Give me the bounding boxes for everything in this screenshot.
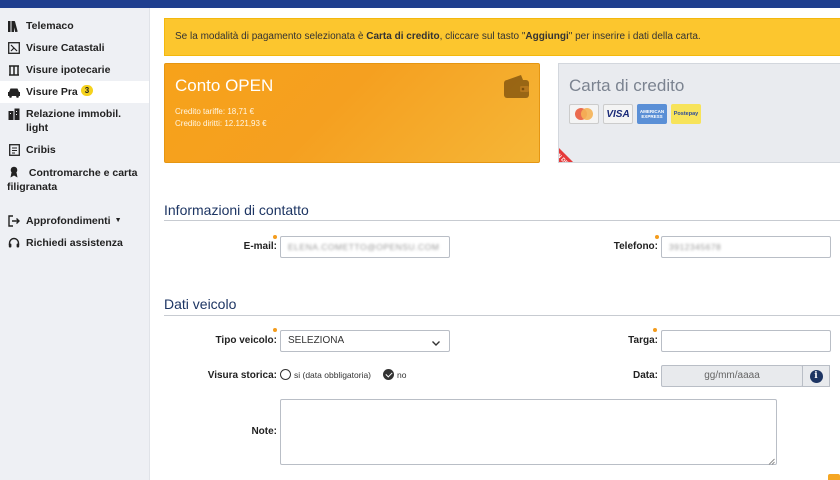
payment-alert: Se la modalità di pagamento selezionata …: [164, 18, 840, 56]
alert-text: " per inserire i dati della carta.: [568, 31, 701, 42]
tipo-veicolo-select[interactable]: SELEZIONA: [280, 330, 450, 352]
required-marker: [655, 235, 659, 239]
sidebar-item-richiedi-assistenza[interactable]: Richiedi assistenza: [0, 232, 149, 254]
visura-storica-label: Visura storica:: [207, 370, 277, 381]
conto-open-card[interactable]: Conto OPEN Credito tariffe: 18,71 € Cred…: [164, 63, 540, 163]
sidebar-item-label: Contromarche e carta filigranata: [7, 167, 138, 193]
info-icon: i: [809, 369, 823, 383]
section-title-veicolo: Dati veicolo: [164, 296, 237, 312]
email-value: ELENA.COMETTO@OPENSU.COM: [288, 242, 440, 252]
sidebar-item-label: Approfondimenti: [26, 215, 111, 227]
targa-field[interactable]: [661, 330, 831, 352]
alert-bold-aggiungi: Aggiungi: [525, 31, 569, 42]
email-label: E-mail:: [243, 241, 277, 252]
required-marker: [273, 328, 277, 332]
sidebar-item-telemaco[interactable]: Telemaco: [0, 15, 149, 37]
sidebar-item-label: Visure Pra: [26, 86, 78, 98]
radio-no[interactable]: [383, 369, 395, 380]
visa-logo: VISA: [603, 104, 633, 124]
data-label: Data:: [632, 370, 658, 381]
notification-badge: 3: [80, 85, 94, 96]
tipo-veicolo-value: SELEZIONA: [288, 335, 345, 346]
headset-icon: [7, 236, 21, 250]
sidebar-item-approfondimenti[interactable]: Approfondimenti ▼: [0, 210, 149, 232]
mastercard-logo: [569, 104, 599, 124]
sidebar-item-label: Cribis: [26, 144, 56, 156]
alert-bold-carta: Carta di credito: [366, 31, 440, 42]
resize-handle-icon[interactable]: [768, 456, 775, 465]
building-icon: [7, 63, 21, 77]
telefono-label: Telefono:: [613, 241, 658, 252]
required-marker: [653, 328, 657, 332]
sidebar-item-label: Richiedi assistenza: [26, 237, 123, 249]
sidebar-item-visure-catastali[interactable]: Visure Catastali: [0, 37, 149, 59]
sign-out-icon: [7, 214, 21, 228]
chevron-down-icon: [431, 336, 441, 346]
carta-credito-title: Carta di credito: [569, 76, 685, 95]
amex-logo: AMERICAN EXPRESS: [637, 104, 667, 124]
tipo-veicolo-label: Tipo veicolo:: [215, 335, 278, 346]
action-button-edge[interactable]: [828, 474, 840, 480]
note-label: Note:: [251, 426, 277, 437]
section-title-contatto: Informazioni di contatto: [164, 202, 309, 218]
car-icon: [7, 85, 21, 99]
sidebar-item-visure-ipotecarie[interactable]: Visure ipotecarie: [0, 59, 149, 81]
section-divider: [164, 220, 840, 221]
sidebar-item-label: Relazione immobil. light: [26, 108, 122, 134]
radio-si[interactable]: [280, 369, 291, 380]
credito-diritti: Credito diritti: 12.121,93 €: [175, 119, 267, 128]
sidebar-item-contromarche[interactable]: Contromarche e carta filigranata: [0, 161, 149, 198]
telefono-field[interactable]: 3912345678: [661, 236, 831, 258]
sidebar-item-label: Telemaco: [26, 20, 74, 32]
conto-open-title: Conto OPEN: [175, 76, 274, 95]
sidebar-item-relazione-immobil[interactable]: Relazione immobil. light: [0, 103, 149, 139]
targa-label: Targa:: [628, 335, 658, 346]
radio-no-label: no: [397, 369, 407, 380]
radio-si-label: si (data obbligatoria): [294, 369, 372, 380]
postepay-logo: Postepay: [671, 104, 701, 124]
alert-text: Se la modalità di pagamento selezionata …: [175, 31, 367, 42]
sidebar: Telemaco Visure Catastali Visure ipoteca…: [0, 8, 150, 480]
city-icon: [7, 107, 21, 121]
section-divider: [164, 315, 840, 316]
stamp-icon: [7, 165, 21, 179]
credito-tariffe: Credito tariffe: 18,71 €: [175, 107, 255, 116]
non-disponibile-ribbon: NON DISPONIBILE: [559, 134, 602, 162]
sidebar-divider: [0, 198, 149, 210]
top-bar: [0, 0, 840, 8]
map-icon: [7, 41, 21, 55]
data-field[interactable]: gg/mm/aaaa: [661, 365, 803, 387]
visura-storica-radio-group: si (data obbligatoria) no: [280, 369, 406, 380]
alert-text: , cliccare sul tasto ": [439, 31, 526, 42]
main-content: Se la modalità di pagamento selezionata …: [150, 8, 840, 480]
wallet-icon: [503, 74, 531, 100]
info-button[interactable]: i: [802, 365, 830, 387]
document-icon: [7, 143, 21, 157]
sidebar-item-cribis[interactable]: Cribis: [0, 139, 149, 161]
books-icon: [7, 19, 21, 33]
note-textarea[interactable]: [280, 399, 777, 465]
email-field[interactable]: ELENA.COMETTO@OPENSU.COM: [280, 236, 450, 258]
sidebar-item-label: Visure Catastali: [26, 42, 105, 54]
telefono-value: 3912345678: [669, 242, 722, 252]
sidebar-item-label: Visure ipotecarie: [26, 64, 111, 76]
caret-down-icon: ▼: [114, 217, 122, 224]
required-marker: [273, 235, 277, 239]
carta-credito-card: Carta di credito VISA AMERICAN EXPRESS P…: [558, 63, 840, 163]
sidebar-item-visure-pra[interactable]: Visure Pra 3: [0, 81, 149, 103]
